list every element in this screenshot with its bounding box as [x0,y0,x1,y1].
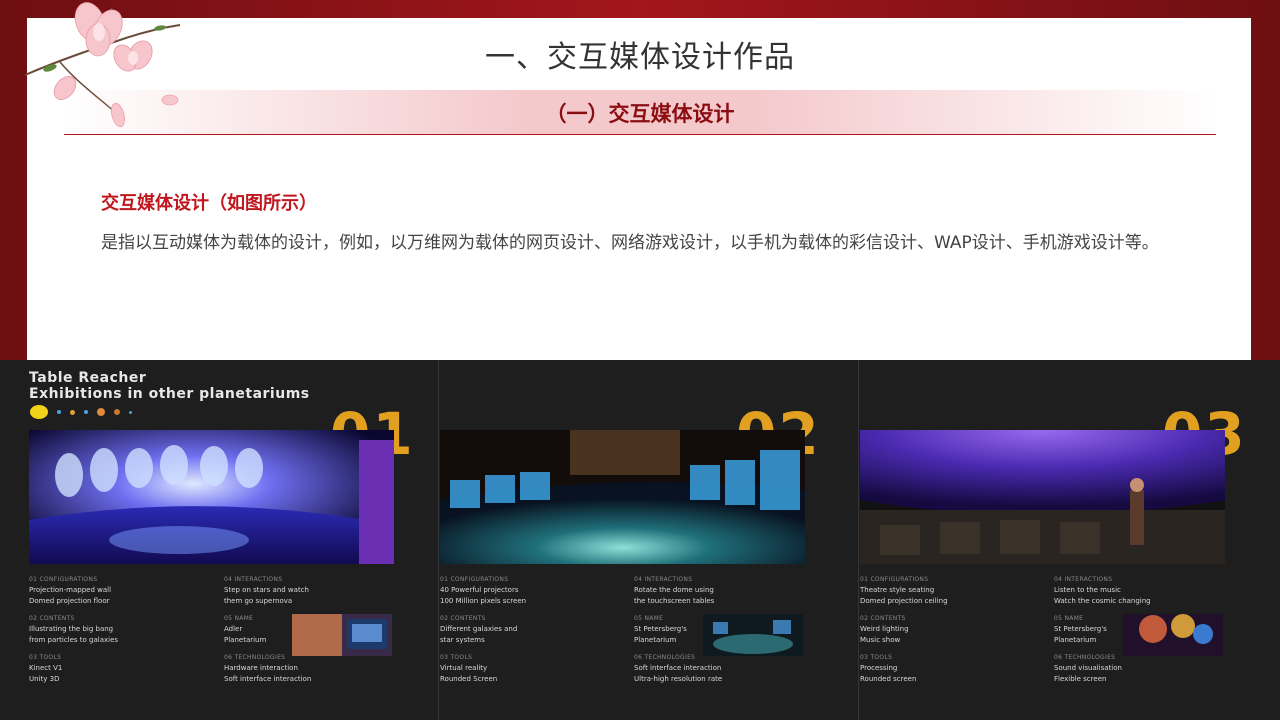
info-line: from particles to galaxies [29,636,119,644]
info-line: Domed projection floor [29,597,110,605]
info-line: Domed projection ceiling [860,597,948,605]
body-heading: 交互媒体设计（如图所示） [101,193,317,214]
page-title: 一、交互媒体设计作品 [485,40,795,75]
info-label: 02 CONTENTS [860,615,906,622]
info-label: 01 CONFIGURATIONS [440,576,509,583]
info-line: them go supernova [224,597,293,605]
info-line: Rounded Screen [440,675,498,683]
body-text: 是指以互动媒体为载体的设计，例如，以万维网为载体的网页设计、网络游戏设计，以手机… [101,233,1159,253]
exhibit-panel-2: 02 01 CONFIGURATIONS 40 Powe [420,360,840,720]
info-line: Flexible screen [1054,675,1107,683]
info-line: 40 Powerful projectors [440,586,519,594]
exhibit-panel-3: 03 01 CONFIGURATIONS [840,360,1260,720]
exhibit-photo [860,430,1225,564]
info-line: 100 Million pixels screen [440,597,527,605]
exhibit-thumbnail [703,614,803,656]
info-label: 03 TOOLS [860,654,893,661]
info-line: Different galaxies and [440,625,518,633]
info-line: Hardware interaction [224,664,298,672]
info-line: Kinect V1 [29,664,63,672]
section-subtitle: （一）交互媒体设计 [545,102,735,126]
info-label: 02 CONTENTS [440,615,486,622]
exhibit-panel-1: 01 CONFIGURATIONS Projection-mapped wall… [0,360,420,720]
info-label: 04 INTERACTIONS [634,576,693,583]
exhibit-thumbnail [292,614,392,656]
info-line: Rotate the dome using [634,586,714,594]
info-line: Projection-mapped wall [29,586,112,594]
exhibit-info-left: 01 CONFIGURATIONS Projection-mapped wall… [29,574,118,685]
info-label: 01 CONFIGURATIONS [29,576,98,583]
info-line: star systems [440,636,485,644]
info-line: Soft interface interaction [224,675,312,683]
exhibit-photo [440,430,805,564]
info-line: Soft interface interaction [634,664,722,672]
info-label: 01 CONFIGURATIONS [860,576,929,583]
info-line: Sound visualisation [1054,664,1122,672]
info-line: Rounded screen [860,675,917,683]
info-line: Step on stars and watch [224,586,309,594]
info-label: 02 CONTENTS [29,615,75,622]
info-label: 04 INTERACTIONS [224,576,283,583]
exhibit-thumbnail [1123,614,1223,656]
info-line: Music show [860,636,901,644]
info-line: Weird lighting [860,625,909,633]
info-line: Ultra-high resolution rate [634,675,723,683]
info-line: Watch the cosmic changing [1054,597,1151,605]
exhibit-info-left: 01 CONFIGURATIONS 40 Powerful projectors… [440,574,526,685]
info-line: the touchscreen tables [634,597,715,605]
info-line: Virtual reality [440,664,488,672]
info-label: 04 INTERACTIONS [1054,576,1113,583]
info-line: Processing [860,664,898,672]
info-line: Illustrating the big bang [29,625,114,633]
exhibit-photo [29,430,394,564]
exhibit-info-left: 01 CONFIGURATIONS Theatre style seating … [860,574,948,685]
info-label: 03 TOOLS [29,654,62,661]
planetarium-poster: Table Reacher Exhibitions in other plane… [0,360,1280,720]
info-line: Theatre style seating [860,586,935,594]
info-label: 03 TOOLS [440,654,473,661]
info-line: Unity 3D [29,675,60,683]
info-line: Listen to the music [1054,586,1121,594]
